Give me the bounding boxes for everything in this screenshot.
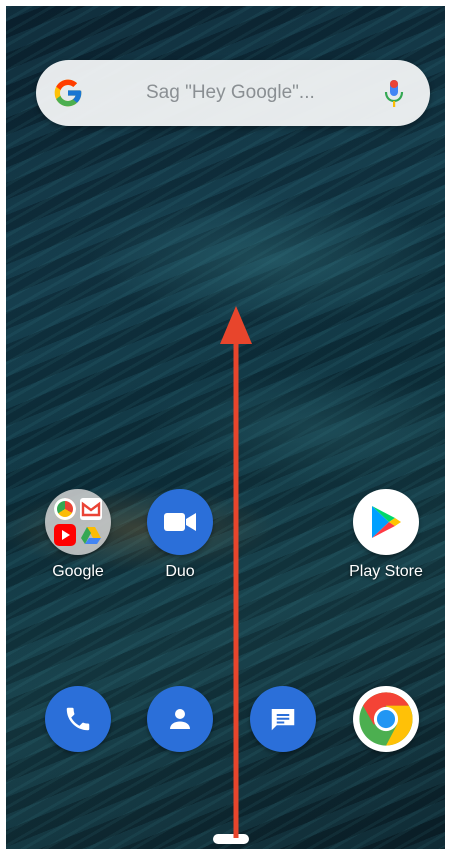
chrome-icon <box>353 686 419 752</box>
phone-app[interactable] <box>33 686 123 752</box>
gmail-mini-icon <box>80 498 102 520</box>
google-search-bar[interactable]: Sag "Hey Google"... <box>36 60 430 126</box>
contacts-icon <box>147 686 213 752</box>
phone-icon <box>45 686 111 752</box>
duo-app[interactable]: Duo <box>135 489 225 581</box>
google-folder-icon <box>45 489 111 555</box>
chrome-mini-icon <box>54 498 76 520</box>
play-store-icon <box>353 489 419 555</box>
drive-mini-icon <box>80 524 102 546</box>
home-gesture-pill[interactable] <box>213 834 249 844</box>
contacts-app[interactable] <box>135 686 225 752</box>
play-store-app[interactable]: Play Store <box>341 489 431 581</box>
google-g-icon <box>54 79 82 107</box>
messages-icon <box>250 686 316 752</box>
microphone-icon[interactable] <box>384 79 404 109</box>
app-label: Google <box>52 563 104 580</box>
app-label: Play Store <box>349 563 423 580</box>
video-camera-icon <box>147 489 213 555</box>
chrome-app[interactable] <box>341 686 431 752</box>
home-screen: Sag "Hey Google"... Google Duo Play Stor… <box>6 6 445 849</box>
youtube-mini-icon <box>54 524 76 546</box>
google-folder[interactable]: Google <box>33 489 123 581</box>
messages-app[interactable] <box>238 686 328 752</box>
search-placeholder[interactable]: Sag "Hey Google"... <box>146 82 315 104</box>
app-label: Duo <box>165 563 195 580</box>
